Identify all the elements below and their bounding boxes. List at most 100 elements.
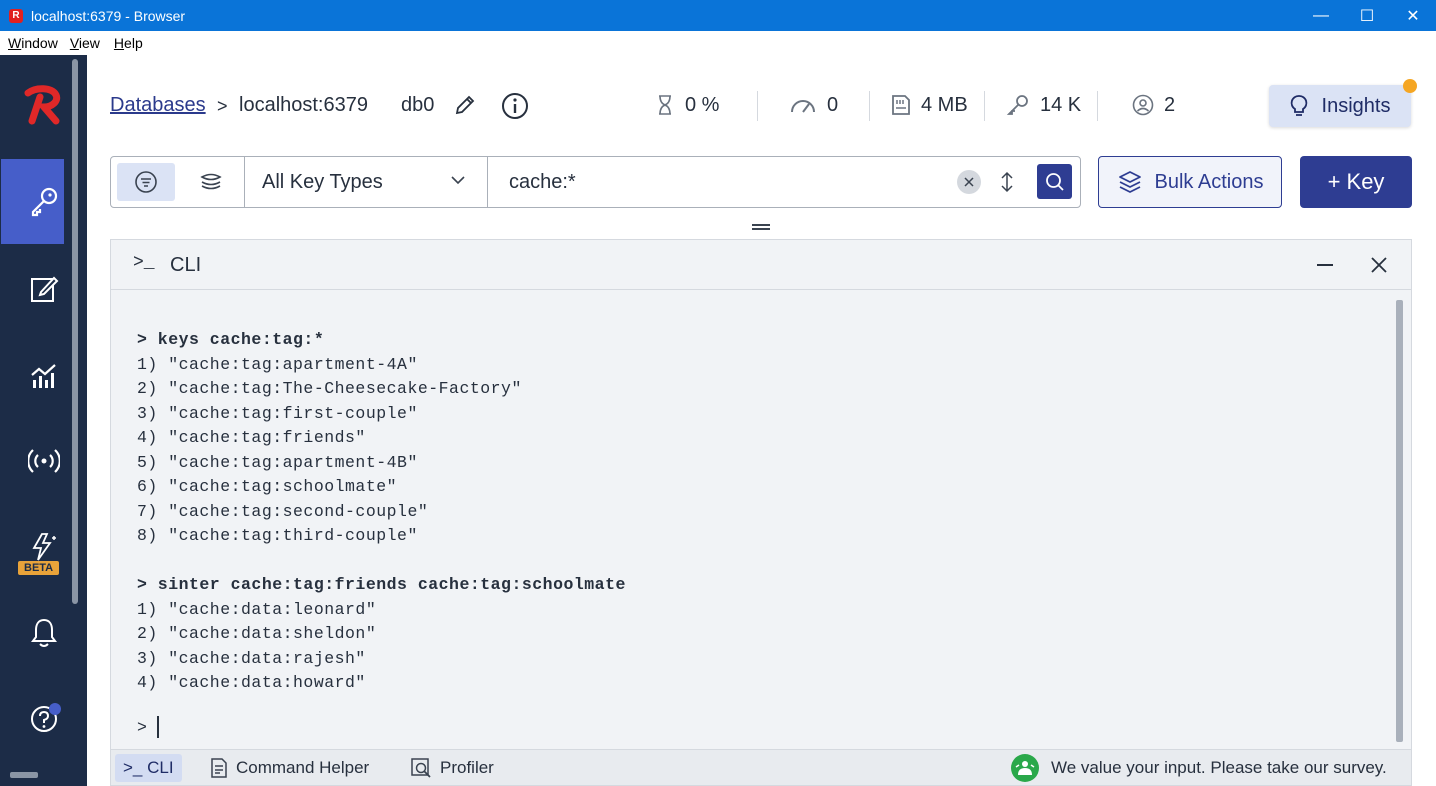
terminal-icon: >_: [133, 253, 155, 273]
analytics-icon[interactable]: [24, 356, 64, 396]
survey-icon: [1011, 754, 1039, 782]
insights-label: Insights: [1321, 94, 1391, 117]
key-filter-bar: All Key Types: [110, 156, 1081, 208]
close-icon: [964, 177, 974, 187]
menu-bar: Window View Help: [0, 31, 1436, 55]
chevron-down-icon: [451, 176, 465, 185]
cpu-stat: 0 %: [655, 91, 719, 119]
cli-output-line: 6) "cache:tag:schoolmate": [137, 477, 398, 496]
vertical-arrows-icon: [1001, 171, 1013, 193]
insights-button[interactable]: Insights: [1269, 85, 1411, 127]
tree-view-icon: [200, 173, 222, 190]
lightbulb-icon: [1290, 95, 1307, 116]
menu-window[interactable]: Window: [8, 35, 58, 51]
survey-link[interactable]: We value your input. Please take our sur…: [1011, 754, 1387, 782]
window-titlebar: R localhost:6379 - Browser — ☐ ✕: [0, 0, 1436, 31]
cli-command-line: > sinter cache:tag:friends cache:tag:sch…: [137, 575, 626, 594]
beta-badge: BETA: [18, 561, 60, 575]
maximize-window-button[interactable]: ☐: [1344, 0, 1390, 31]
document-icon: [211, 758, 227, 778]
search-icon: [1045, 172, 1064, 191]
cli-output-line: 1) "cache:tag:apartment-4A": [137, 354, 418, 374]
key-type-dropdown[interactable]: All Key Types: [245, 157, 487, 207]
app-icon: R: [9, 8, 23, 23]
key-icon: [24, 181, 64, 221]
stat-divider: [1097, 91, 1098, 121]
tab-profiler[interactable]: Profiler: [402, 754, 502, 782]
keys-stat: 14 K: [1006, 91, 1081, 119]
expand-search-button[interactable]: [995, 169, 1019, 195]
notifications-icon[interactable]: [24, 613, 64, 653]
workbench-icon[interactable]: [24, 269, 64, 309]
menu-help[interactable]: Help: [114, 35, 143, 51]
filter-divider: [487, 157, 488, 207]
pencil-icon[interactable]: [453, 93, 477, 117]
layers-icon: [1118, 171, 1141, 193]
nav-scrollbar[interactable]: [72, 59, 78, 604]
cli-output-line: 8) "cache:tag:third-couple": [137, 526, 418, 545]
search-button[interactable]: [1037, 164, 1072, 199]
clients-value: 2: [1164, 93, 1176, 116]
close-window-button[interactable]: ✕: [1390, 0, 1436, 31]
cli-output-line: 7) "cache:tag:second-couple": [137, 501, 429, 521]
left-navigation: BETA: [0, 55, 87, 786]
profiler-icon: [411, 758, 431, 778]
window-title: localhost:6379 - Browser: [31, 7, 186, 24]
speedometer-icon: [791, 100, 815, 113]
cli-cursor: [156, 716, 159, 738]
close-cli-button[interactable]: [1369, 255, 1389, 275]
key-type-value: All Key Types: [262, 170, 383, 193]
minimize-cli-button[interactable]: [1317, 264, 1333, 266]
cli-output-line: 2) "cache:data:sheldon": [137, 624, 377, 643]
cli-output-line: 4) "cache:data:howard": [137, 673, 366, 692]
main-area: Databases > localhost:6379 db0 0 % 0 4 M…: [87, 55, 1436, 786]
stat-divider: [869, 91, 870, 121]
redis-logo[interactable]: [22, 85, 64, 125]
tab-cli[interactable]: >_ CLI: [115, 754, 182, 782]
cli-command-line: > keys cache:tag:*: [137, 330, 325, 349]
db-header: Databases > localhost:6379 db0 0 % 0 4 M…: [87, 55, 1436, 155]
clear-search-button[interactable]: [957, 170, 981, 194]
cli-output: > keys cache:tag:* 1) "cache:tag:apartmen…: [137, 328, 1377, 696]
tree-view-toggle[interactable]: [187, 163, 235, 201]
insights-notification-dot: [1403, 79, 1417, 93]
info-icon[interactable]: [501, 92, 529, 120]
stat-divider: [757, 91, 758, 121]
hourglass-icon: [659, 95, 671, 115]
cli-output-line: 2) "cache:tag:The-Cheesecake-Factory": [137, 379, 522, 398]
ops-value: 0: [827, 93, 839, 116]
pubsub-icon[interactable]: [24, 441, 64, 481]
user-icon: [1132, 94, 1154, 116]
cli-output-line: 3) "cache:tag:first-couple": [137, 403, 418, 423]
memory-value: 4 MB: [921, 93, 968, 116]
cli-input-line[interactable]: >: [137, 716, 159, 738]
cpu-value: 0 %: [685, 93, 720, 116]
ops-stat: 0: [789, 91, 838, 119]
cli-scrollbar[interactable]: [1396, 300, 1403, 742]
cli-output-line: 1) "cache:data:leonard": [137, 599, 377, 619]
keys-value: 14 K: [1040, 93, 1082, 116]
db-index: db0: [401, 94, 435, 116]
list-view-toggle[interactable]: [117, 163, 175, 201]
menu-view[interactable]: View: [70, 35, 100, 51]
tab-command-helper[interactable]: Command Helper: [202, 754, 377, 782]
cli-header: >_ CLI: [111, 240, 1411, 290]
databases-link[interactable]: Databases: [110, 94, 206, 117]
filter-list-icon: [135, 171, 157, 193]
key-search-input[interactable]: [509, 167, 939, 197]
cli-output-line: 4) "cache:tag:friends": [137, 428, 366, 447]
cli-output-line: 5) "cache:tag:apartment-4B": [137, 452, 418, 472]
clients-stat: 2: [1132, 91, 1175, 119]
add-key-button[interactable]: + Key: [1300, 156, 1412, 208]
stat-divider: [984, 91, 985, 121]
cli-output-line: 3) "cache:data:rajesh": [137, 648, 366, 668]
bulk-actions-button[interactable]: Bulk Actions: [1098, 156, 1282, 208]
panel-resize-handle[interactable]: [752, 223, 770, 231]
cli-blank-line: [137, 549, 1377, 574]
nav-bottom-scroll[interactable]: [10, 772, 38, 778]
survey-text: We value your input. Please take our sur…: [1051, 758, 1387, 777]
cli-footer: >_ CLI Command Helper Profiler We value …: [111, 749, 1411, 785]
cli-prompt: >: [137, 717, 147, 737]
minimize-window-button[interactable]: —: [1298, 0, 1344, 31]
tab-cli-label: >_ CLI: [123, 758, 174, 777]
